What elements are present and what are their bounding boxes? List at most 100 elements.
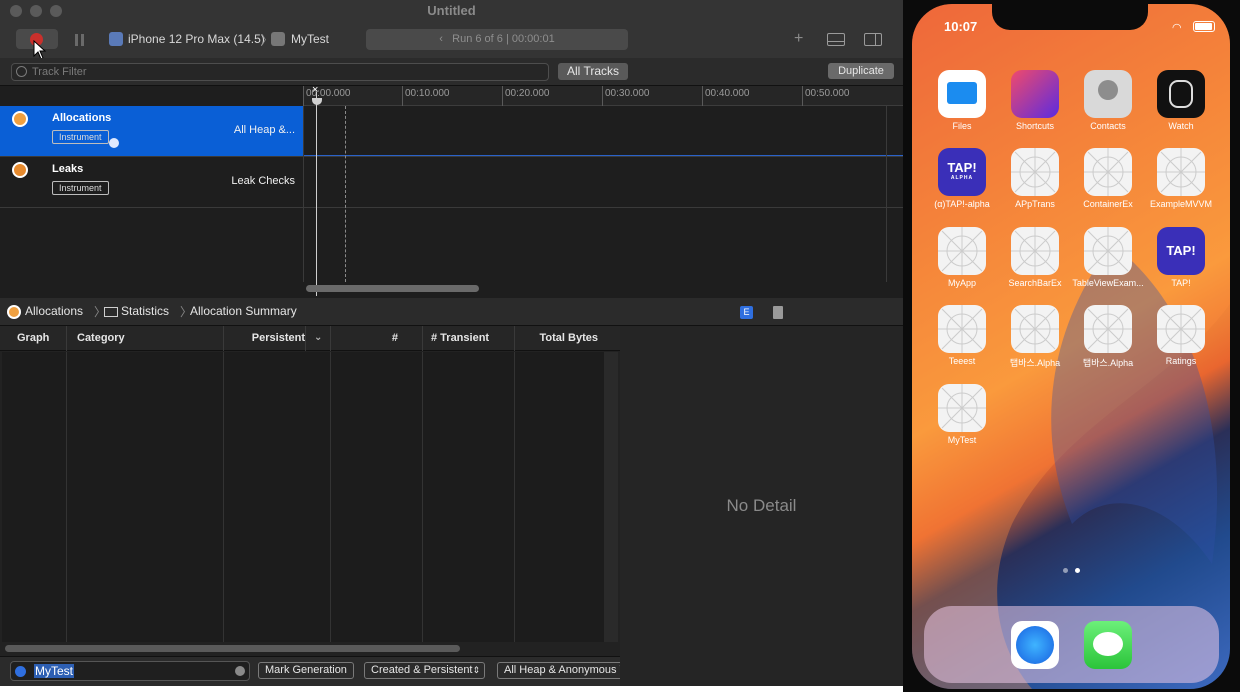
page-indicator-dot-active[interactable] [1075,568,1080,573]
watch-app-icon[interactable] [1157,70,1205,118]
ruler-tick: 00:20.000 [502,86,550,106]
document-icon[interactable] [773,306,783,319]
placeholder-app-icon[interactable] [1084,305,1132,353]
page-indicator-dot[interactable] [1063,568,1068,573]
track-header[interactable]: Allocations Instrument All Heap &... [0,106,303,156]
table-header: Graph Category Persistent ⌄ # # Transien… [0,326,620,351]
app-label: ExampleMVVM [1149,199,1212,209]
placeholder-app-icon[interactable] [938,305,986,353]
no-detail-label: No Detail [726,496,797,515]
safari-app-icon[interactable] [1011,621,1059,669]
placeholder-app-icon[interactable] [1157,148,1205,196]
timeline-area[interactable] [303,106,887,282]
app-label: APpTrans [1015,199,1055,209]
all-tracks-button[interactable]: All Tracks [558,63,628,80]
jumpbar-allocations[interactable]: Allocations [25,304,83,318]
track-description: Leak Checks [231,175,295,187]
device-selector[interactable]: iPhone 12 Pro Max (14.5) [128,32,265,46]
filter-icon [16,66,27,77]
shortcuts-app-icon[interactable] [1011,70,1059,118]
column-divider [514,352,515,642]
ruler-tick: 00:00.000 [303,86,351,106]
table-vertical-scrollbar[interactable] [604,352,618,642]
allocation-type-popup[interactable]: All Heap & Anonymous V [497,662,620,679]
add-instrument-icon[interactable]: + [794,30,803,48]
tap-logo-text: TAP! [1166,243,1196,258]
column-count[interactable]: # [331,326,423,351]
files-app-icon[interactable] [938,70,986,118]
ruler-tick: 00:30.000 [602,86,650,106]
statistics-table[interactable] [2,352,604,642]
cursor-icon [33,40,46,60]
playhead[interactable] [316,92,317,296]
timeline-scrollbar[interactable] [306,285,479,292]
column-divider [66,352,67,642]
table-horizontal-scrollbar[interactable] [5,645,460,652]
track-tag: Instrument [52,181,109,195]
lifespan-popup[interactable]: Created & Persistent ⇕ [364,662,485,679]
allocations-instrument-icon [12,111,28,127]
ruler-tick: 00:10.000 [402,86,450,106]
placeholder-app-icon[interactable] [1157,305,1205,353]
app-label: Teeest [948,356,976,366]
tap-alpha-subtext: ALPHA [950,175,974,181]
toggle-right-panel-icon[interactable] [864,33,882,46]
app-target-icon [271,32,285,46]
tap-app-icon[interactable]: TAP! [1157,227,1205,275]
placeholder-app-icon[interactable] [938,227,986,275]
track-header[interactable]: Leaks Instrument Leak Checks [0,157,303,207]
jumpbar-statistics[interactable]: Statistics [121,304,169,318]
run-navigator[interactable]: ‹ Run 6 of 6 | 00:00:01 [366,29,628,50]
column-divider [422,352,423,642]
detail-filter-input[interactable]: MyTest [10,661,250,681]
app-label: 탭바스.Alpha [1009,358,1061,368]
device-icon [109,32,123,46]
run-status: Run 6 of 6 | 00:00:01 [452,33,555,45]
column-divider [330,352,331,642]
app-label: Files [952,121,972,131]
track-name: Allocations [52,112,112,124]
inspector-header: E [620,298,903,326]
sort-chevron-icon[interactable]: ⌄ [314,332,322,343]
messages-app-icon[interactable] [1084,621,1132,669]
duplicate-button[interactable]: Duplicate [828,63,894,79]
ruler-tick: 00:50.000 [802,86,850,106]
contacts-app-icon[interactable] [1084,70,1132,118]
placeholder-app-icon[interactable] [1011,227,1059,275]
tap-alpha-app-icon[interactable]: TAP! ALPHA [938,148,986,196]
column-transient[interactable]: # Transient [423,326,515,351]
close-icon[interactable]: × [312,84,318,96]
column-graph[interactable]: Graph [0,326,67,351]
extended-detail-icon[interactable]: E [740,306,753,319]
placeholder-app-icon[interactable] [1084,148,1132,196]
target-selector[interactable]: MyTest [291,32,329,46]
app-label: 탭바스.Alpha [1082,358,1134,368]
tap-logo-text: TAP! [947,160,977,175]
clear-icon[interactable] [235,666,245,676]
jumpbar-allocation-summary[interactable]: Allocation Summary [190,304,297,318]
app-label: Ratings [1165,356,1197,366]
placeholder-app-icon[interactable] [1084,227,1132,275]
timeline-ruler[interactable]: 00:00.000 00:10.000 00:20.000 00:30.000 … [303,86,903,106]
app-label: TableViewExam... [1072,278,1144,288]
mark-generation-button[interactable]: Mark Generation [258,662,354,679]
column-category[interactable]: Category [67,326,224,351]
toggle-bottom-panel-icon[interactable] [827,33,845,46]
placeholder-app-icon[interactable] [1011,148,1059,196]
track-name: Leaks [52,163,84,175]
statistics-icon [104,307,118,317]
chevron-down-icon[interactable] [109,138,119,148]
chevron-left-icon[interactable]: ‹ [439,33,452,45]
app-label: ContainerEx [1083,199,1133,209]
battery-icon [1193,21,1215,32]
column-total-bytes[interactable]: Total Bytes [515,326,620,351]
phone-notch [992,0,1148,30]
pause-button[interactable] [75,34,85,46]
placeholder-app-icon[interactable] [938,384,986,432]
column-persistent[interactable]: Persistent [224,326,306,351]
filter-icon [15,666,26,677]
filter-value: MyTest [34,664,75,678]
app-label: Watch [1168,121,1194,131]
placeholder-app-icon[interactable] [1011,305,1059,353]
track-filter-input[interactable]: Track Filter [11,63,549,81]
